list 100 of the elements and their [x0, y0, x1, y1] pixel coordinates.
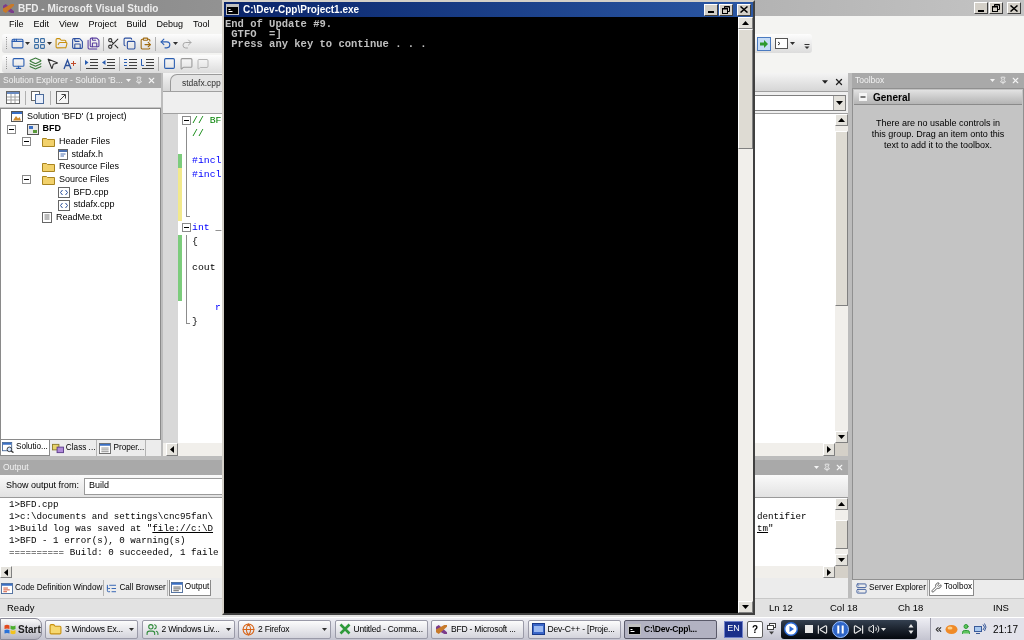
- scroll-up-button[interactable]: [738, 17, 753, 29]
- panel-tab[interactable]: Class ...: [50, 440, 98, 456]
- font-size-icon[interactable]: [63, 57, 76, 70]
- grid-window-icon[interactable]: [6, 91, 20, 104]
- previous-icon[interactable]: [817, 623, 828, 635]
- help-button[interactable]: ?: [747, 620, 763, 638]
- caret-icon[interactable]: [25, 42, 30, 45]
- output-link[interactable]: tm: [757, 522, 769, 534]
- tree-item[interactable]: ReadMe.txt: [56, 211, 103, 225]
- vertical-scrollbar[interactable]: [835, 498, 848, 566]
- collapse-icon[interactable]: [22, 175, 31, 185]
- vertical-scrollbar[interactable]: [835, 114, 848, 443]
- collapse-icon[interactable]: [182, 116, 191, 126]
- grid-icon[interactable]: [33, 37, 46, 50]
- menu-item[interactable]: Build: [121, 17, 152, 32]
- horizontal-scrollbar[interactable]: [163, 443, 222, 456]
- caret-icon[interactable]: [881, 627, 886, 631]
- caret-icon[interactable]: [322, 627, 327, 631]
- wrap-lines-icon[interactable]: [141, 57, 154, 70]
- window-icon[interactable]: [775, 38, 788, 49]
- tree-item[interactable]: stdafx.h: [71, 147, 104, 162]
- outdent-icon[interactable]: [102, 57, 115, 70]
- restore-button[interactable]: [719, 3, 733, 16]
- panel-tab[interactable]: Server Explorer: [855, 580, 928, 596]
- clipboard-icon[interactable]: [139, 37, 152, 50]
- menu-item[interactable]: View: [54, 17, 84, 32]
- caret-icon[interactable]: [225, 627, 231, 631]
- horizontal-scrollbar[interactable]: [755, 566, 835, 578]
- scroll-down-button[interactable]: [738, 601, 753, 613]
- scroll-down-button[interactable]: [835, 554, 848, 566]
- pause-icon[interactable]: [832, 620, 849, 638]
- clock[interactable]: 21:17: [992, 621, 1024, 637]
- panel-tab[interactable]: Solutio...: [0, 440, 50, 456]
- monitor-icon[interactable]: [12, 57, 25, 70]
- undo-icon[interactable]: [159, 37, 172, 50]
- scroll-up-button[interactable]: [835, 114, 848, 126]
- panel-tab[interactable]: Code Definition Window: [0, 580, 105, 596]
- chevrons-left-icon[interactable]: [934, 624, 943, 634]
- rectangle-icon[interactable]: [163, 57, 176, 70]
- stacked-windows-icon[interactable]: [767, 623, 776, 635]
- pointer-icon[interactable]: [46, 57, 59, 70]
- minimize-button[interactable]: [704, 3, 718, 16]
- scrollbar-thumb[interactable]: [738, 29, 753, 149]
- lines-icon[interactable]: [124, 57, 137, 70]
- indent-icon[interactable]: [85, 57, 98, 70]
- taskbar-button[interactable]: 2 Firefox: [238, 619, 331, 639]
- scroll-up-button[interactable]: [835, 498, 848, 510]
- grip-icon[interactable]: [5, 56, 8, 71]
- tree-item[interactable]: BFD.cpp: [73, 185, 109, 200]
- tree-item[interactable]: BFD: [42, 122, 61, 136]
- menu-item[interactable]: Debug: [151, 17, 188, 32]
- play-icon[interactable]: [784, 622, 798, 636]
- panel-tab[interactable]: Output: [168, 580, 212, 596]
- horizontal-scrollbar[interactable]: [755, 443, 835, 456]
- panel-tab[interactable]: Call Browser: [105, 580, 168, 596]
- horizontal-scrollbar[interactable]: [0, 566, 222, 578]
- menu-item[interactable]: Tool: [187, 17, 215, 32]
- scroll-left-button[interactable]: [166, 443, 178, 456]
- taskbar-button[interactable]: BFD - Microsoft ...: [431, 619, 524, 639]
- scrollbar-thumb[interactable]: [835, 520, 848, 549]
- grip-icon[interactable]: [5, 36, 8, 51]
- tree-item[interactable]: Solution 'BFD' (1 project): [27, 109, 127, 124]
- output-source-dropdown[interactable]: Build: [84, 477, 222, 495]
- scroll-right-button[interactable]: [823, 566, 835, 578]
- next-icon[interactable]: [853, 623, 864, 635]
- minimize-button[interactable]: [974, 2, 988, 14]
- layers-icon[interactable]: [29, 57, 42, 70]
- tree-item[interactable]: Header Files: [59, 134, 111, 149]
- copy-icon[interactable]: [123, 37, 136, 50]
- save-icon[interactable]: [71, 37, 84, 50]
- close-button[interactable]: [1007, 2, 1021, 14]
- tree-item[interactable]: Resource Files: [59, 160, 120, 174]
- menu-item[interactable]: Project: [83, 17, 122, 32]
- caret-icon[interactable]: [173, 42, 178, 45]
- network-icon[interactable]: [974, 623, 987, 635]
- close-button[interactable]: [737, 3, 751, 16]
- arrow-icon[interactable]: [757, 36, 771, 51]
- vertical-scrollbar[interactable]: [738, 17, 753, 613]
- taskbar-button[interactable]: 2 Windows Liv...: [141, 619, 235, 639]
- window-icon[interactable]: [11, 37, 24, 50]
- taskbar-button[interactable]: C:\Dev-Cpp\...: [624, 619, 717, 639]
- editor-tab[interactable]: stdafx.cpp: [170, 74, 222, 91]
- close-icon[interactable]: [834, 77, 844, 87]
- toolbox-group-header[interactable]: General: [854, 90, 1022, 105]
- scissors-icon[interactable]: [107, 37, 120, 50]
- start-button[interactable]: Start: [0, 618, 42, 640]
- taskbar-button[interactable]: Dev-C++ - [Proje...: [527, 619, 621, 639]
- panel-tab[interactable]: Proper...: [98, 440, 147, 456]
- restore-button[interactable]: [989, 2, 1003, 14]
- caret-icon[interactable]: [47, 42, 52, 45]
- menu-item[interactable]: Edit: [28, 17, 55, 32]
- scroll-right-button[interactable]: [823, 443, 835, 456]
- code-editor[interactable]: // BF // #incl #incl int _ { cout r }: [163, 113, 222, 443]
- scroll-down-button[interactable]: [835, 431, 848, 443]
- person-icon[interactable]: [960, 623, 972, 635]
- caret-icon[interactable]: [822, 80, 828, 84]
- caret-icon[interactable]: [790, 42, 795, 45]
- collapse-icon[interactable]: [6, 124, 16, 134]
- volume-icon[interactable]: [868, 623, 880, 635]
- collapse-icon[interactable]: [182, 223, 191, 233]
